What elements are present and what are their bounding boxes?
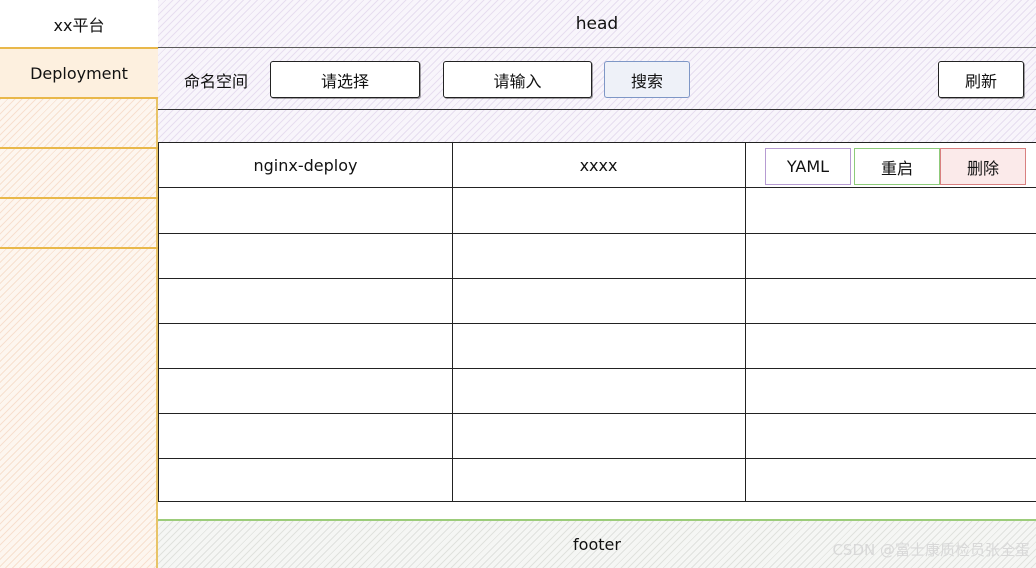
namespace-select-value: 请选择: [320, 71, 369, 91]
namespace-label: 命名空间: [184, 72, 249, 91]
row-divider: [159, 323, 1036, 324]
platform-title: xx平台: [0, 0, 158, 49]
delete-button-label: 删除: [966, 158, 999, 178]
column-divider: [452, 143, 453, 501]
yaml-button-label: YAML: [786, 157, 830, 176]
search-button-label: 搜索: [630, 71, 663, 91]
column-divider: [745, 143, 746, 501]
deployment-info-cell: xxxx: [452, 143, 745, 187]
search-button[interactable]: 搜索: [604, 61, 690, 98]
yaml-button[interactable]: YAML: [765, 148, 851, 185]
watermark: CSDN @富士康质检员张全蛋: [832, 541, 1030, 559]
page-header: head: [158, 0, 1036, 48]
footer-text: footer: [573, 535, 621, 554]
namespace-select[interactable]: 请选择: [270, 61, 420, 98]
refresh-button-label: 刷新: [964, 71, 997, 91]
row-divider: [159, 233, 1036, 234]
search-input-value: 请输入: [493, 71, 542, 91]
sidebar-item-deployment[interactable]: Deployment: [0, 49, 158, 99]
refresh-button[interactable]: 刷新: [938, 61, 1024, 98]
platform-title-text: xx平台: [53, 15, 105, 35]
row-divider: [159, 458, 1036, 459]
sidebar-item-empty-2[interactable]: [0, 149, 158, 199]
sidebar-item-empty-3[interactable]: [0, 199, 158, 249]
row-divider: [159, 187, 1036, 188]
search-input[interactable]: 请输入: [443, 61, 592, 98]
row-divider: [159, 278, 1036, 279]
sidebar-item-empty-1[interactable]: [0, 99, 158, 149]
filter-toolbar: 命名空间 请选择 请输入 搜索 刷新: [158, 48, 1036, 110]
delete-button[interactable]: 删除: [940, 148, 1026, 185]
deployment-info: xxxx: [579, 155, 618, 175]
deployment-name-cell: nginx-deploy: [159, 143, 452, 187]
header-title: head: [575, 13, 619, 34]
toolbar-spacer: [158, 110, 1036, 142]
row-divider: [159, 368, 1036, 369]
deployment-table: nginx-deploy xxxx YAML 重启 删除: [158, 142, 1036, 502]
row-divider: [159, 413, 1036, 414]
restart-button[interactable]: 重启: [854, 148, 940, 185]
sidebar: xx平台 Deployment: [0, 0, 158, 568]
sidebar-item-label: Deployment: [30, 63, 128, 83]
restart-button-label: 重启: [880, 158, 913, 178]
deployment-name: nginx-deploy: [253, 155, 358, 175]
